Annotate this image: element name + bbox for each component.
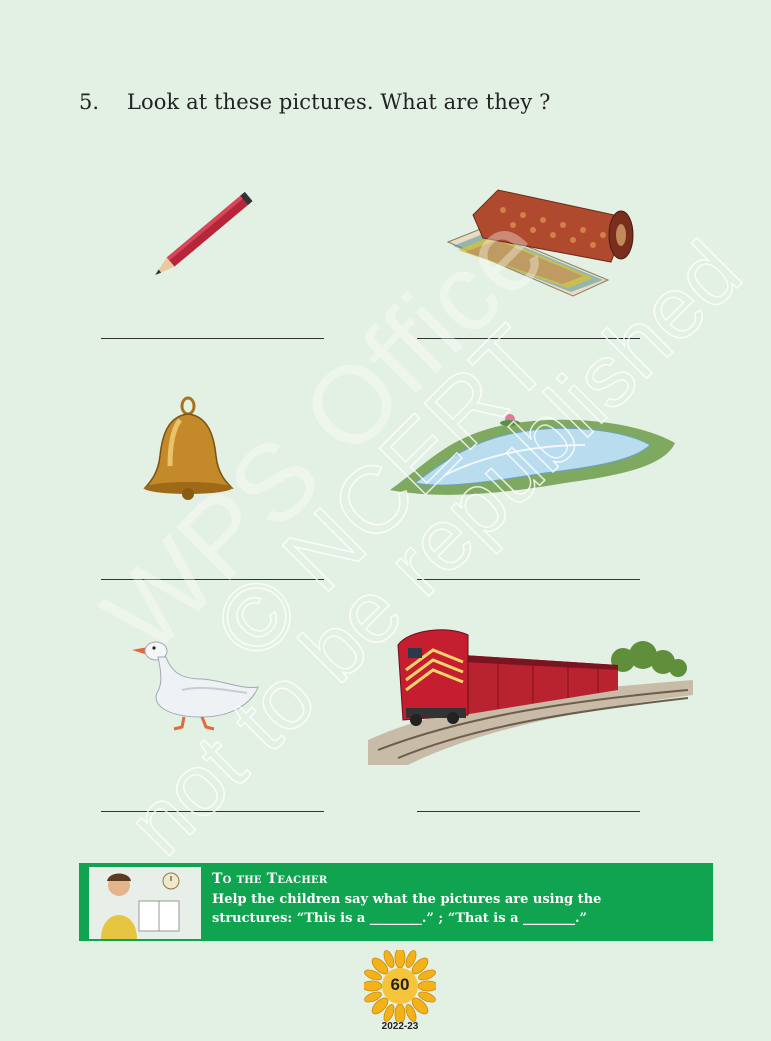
teacher-illustration-icon (89, 867, 201, 939)
year-label: 2022-23 (381, 1021, 419, 1032)
question-text: Look at these pictures. What are they ? (127, 90, 551, 114)
teacher-note-title: To the Teacher (212, 871, 328, 887)
pond-icon (390, 414, 675, 495)
teacher-note-box: To the Teacher Help the children say wha… (79, 863, 713, 941)
duck-icon (132, 641, 259, 731)
train-icon (368, 629, 693, 765)
answer-line-6[interactable] (417, 811, 640, 812)
answer-line-2[interactable] (417, 338, 640, 339)
watermark-text-3: not to be republished (108, 222, 759, 873)
answer-line-4[interactable] (417, 579, 640, 580)
answer-line-3[interactable] (101, 579, 324, 580)
page-number: 60 (390, 975, 410, 994)
answer-line-5[interactable] (101, 811, 324, 812)
bell-icon (143, 396, 234, 500)
mat-icon (446, 189, 634, 297)
teacher-note-body: Help the children say what the pictures … (212, 892, 602, 926)
pencil-icon (155, 191, 253, 275)
answer-line-1[interactable] (101, 338, 324, 339)
question-number: 5. (79, 90, 100, 114)
